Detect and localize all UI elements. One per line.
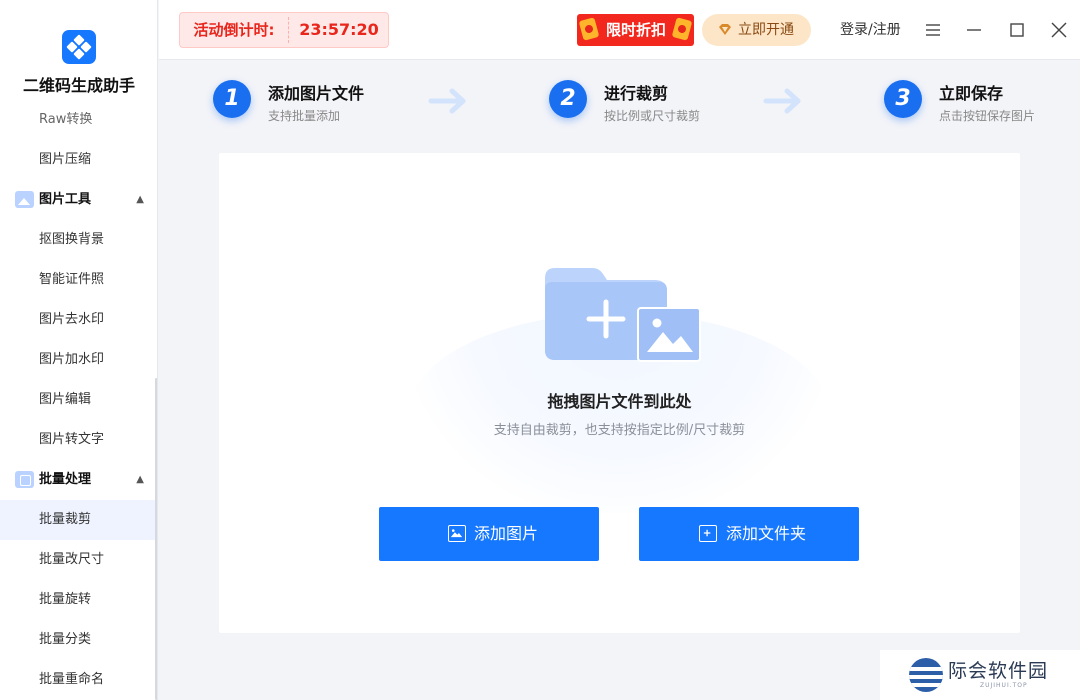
sidebar-item-batch-classify[interactable]: 批量分类 (0, 620, 157, 660)
image-icon (15, 191, 34, 208)
drop-zone-panel[interactable]: 拖拽图片文件到此处 支持自由裁剪，也支持按指定比例/尺寸裁剪 添加图片 添加文件… (219, 153, 1020, 633)
sidebar: Raw转换 图片压缩 图片工具 ▲ 抠图换背景 智能证件照 图片去水印 图片加水… (0, 0, 158, 700)
promo-label: 限时折扣 (605, 21, 666, 39)
menu-icon[interactable] (918, 15, 948, 45)
watermark-subtitle: ZUJIHUI.TOP (980, 682, 1028, 689)
sidebar-item-remove-watermark[interactable]: 图片去水印 (0, 300, 157, 340)
sidebar-item-batch-rotate[interactable]: 批量旋转 (0, 580, 157, 620)
site-watermark: 际会软件园 ZUJIHUI.TOP (880, 650, 1080, 700)
sidebar-group-label: 批量处理 (39, 472, 92, 487)
add-image-label: 添加图片 (474, 524, 539, 543)
sidebar-item-image-to-text[interactable]: 图片转文字 (0, 420, 157, 460)
drop-zone-subtitle: 支持自由裁剪，也支持按指定比例/尺寸裁剪 (493, 423, 746, 438)
add-folder-button[interactable]: 添加文件夹 (639, 507, 859, 561)
watermark-title: 际会软件园 (948, 660, 1049, 682)
sidebar-group-image-tools[interactable]: 图片工具 ▲ (0, 180, 157, 220)
chevron-up-icon: ▲ (136, 474, 144, 485)
sidebar-item-batch-resize[interactable]: 批量改尺寸 (0, 540, 157, 580)
close-icon[interactable] (1044, 15, 1074, 45)
step-number: 2 (549, 80, 587, 118)
sidebar-menu: Raw转换 图片压缩 图片工具 ▲ 抠图换背景 智能证件照 图片去水印 图片加水… (0, 100, 157, 700)
add-image-button[interactable]: 添加图片 (379, 507, 599, 561)
maximize-icon[interactable] (1002, 15, 1032, 45)
step-subtitle: 点击按钮保存图片 (939, 109, 1036, 123)
step-title: 进行裁剪 (604, 84, 669, 103)
discount-promo-button[interactable]: 限时折扣 (577, 14, 694, 46)
arrow-right-icon (428, 88, 466, 114)
sidebar-item-batch-crop[interactable]: 批量裁剪 (0, 500, 157, 540)
login-register-link[interactable]: 登录/注册 (840, 0, 901, 60)
vip-label: 立即开通 (738, 22, 794, 38)
countdown-time: 23:57:20 (299, 20, 379, 39)
step-subtitle: 按比例或尺寸裁剪 (604, 109, 701, 123)
red-envelope-icon (578, 17, 600, 41)
sidebar-group-batch[interactable]: 批量处理 ▲ (0, 460, 157, 500)
sidebar-item-image-edit[interactable]: 图片编辑 (0, 380, 157, 420)
step-number: 3 (884, 80, 922, 118)
globe-logo-icon (909, 658, 943, 692)
app-name: 二维码生成助手 (22, 76, 135, 95)
sidebar-scrollbar[interactable] (155, 378, 157, 700)
sidebar-item-cutout-background[interactable]: 抠图换背景 (0, 220, 157, 260)
chevron-up-icon: ▲ (136, 194, 144, 205)
sidebar-item-image-compress[interactable]: 图片压缩 (0, 140, 157, 180)
minimize-icon[interactable] (959, 15, 989, 45)
folder-add-image-icon (545, 268, 701, 362)
folder-add-icon (699, 525, 717, 542)
step-subtitle: 支持批量添加 (268, 109, 341, 123)
step-title: 立即保存 (939, 84, 1004, 103)
app-logo-icon (62, 30, 96, 64)
add-folder-label: 添加文件夹 (726, 524, 807, 543)
batch-icon (15, 471, 34, 488)
sidebar-item-add-watermark[interactable]: 图片加水印 (0, 340, 157, 380)
diamond-icon (719, 24, 731, 35)
sidebar-item-batch-rename[interactable]: 批量重命名 (0, 660, 157, 700)
vip-activate-button[interactable]: 立即开通 (702, 14, 811, 46)
step-number: 1 (213, 80, 251, 118)
arrow-right-icon (763, 88, 801, 114)
drop-zone-title: 拖拽图片文件到此处 (547, 392, 692, 411)
red-envelope-icon (671, 17, 693, 41)
countdown-badge: 活动倒计时: 23:57:20 (179, 12, 389, 48)
image-icon (448, 525, 466, 542)
step-title: 添加图片文件 (268, 84, 365, 103)
sidebar-group-label: 图片工具 (39, 192, 92, 207)
sidebar-item-id-photo[interactable]: 智能证件照 (0, 260, 157, 300)
countdown-label: 活动倒计时: (193, 21, 275, 39)
top-bar: 活动倒计时: 23:57:20 限时折扣 立即开通 登录/注册 (159, 0, 1080, 60)
app-logo-area: 二维码生成助手 (0, 0, 157, 112)
